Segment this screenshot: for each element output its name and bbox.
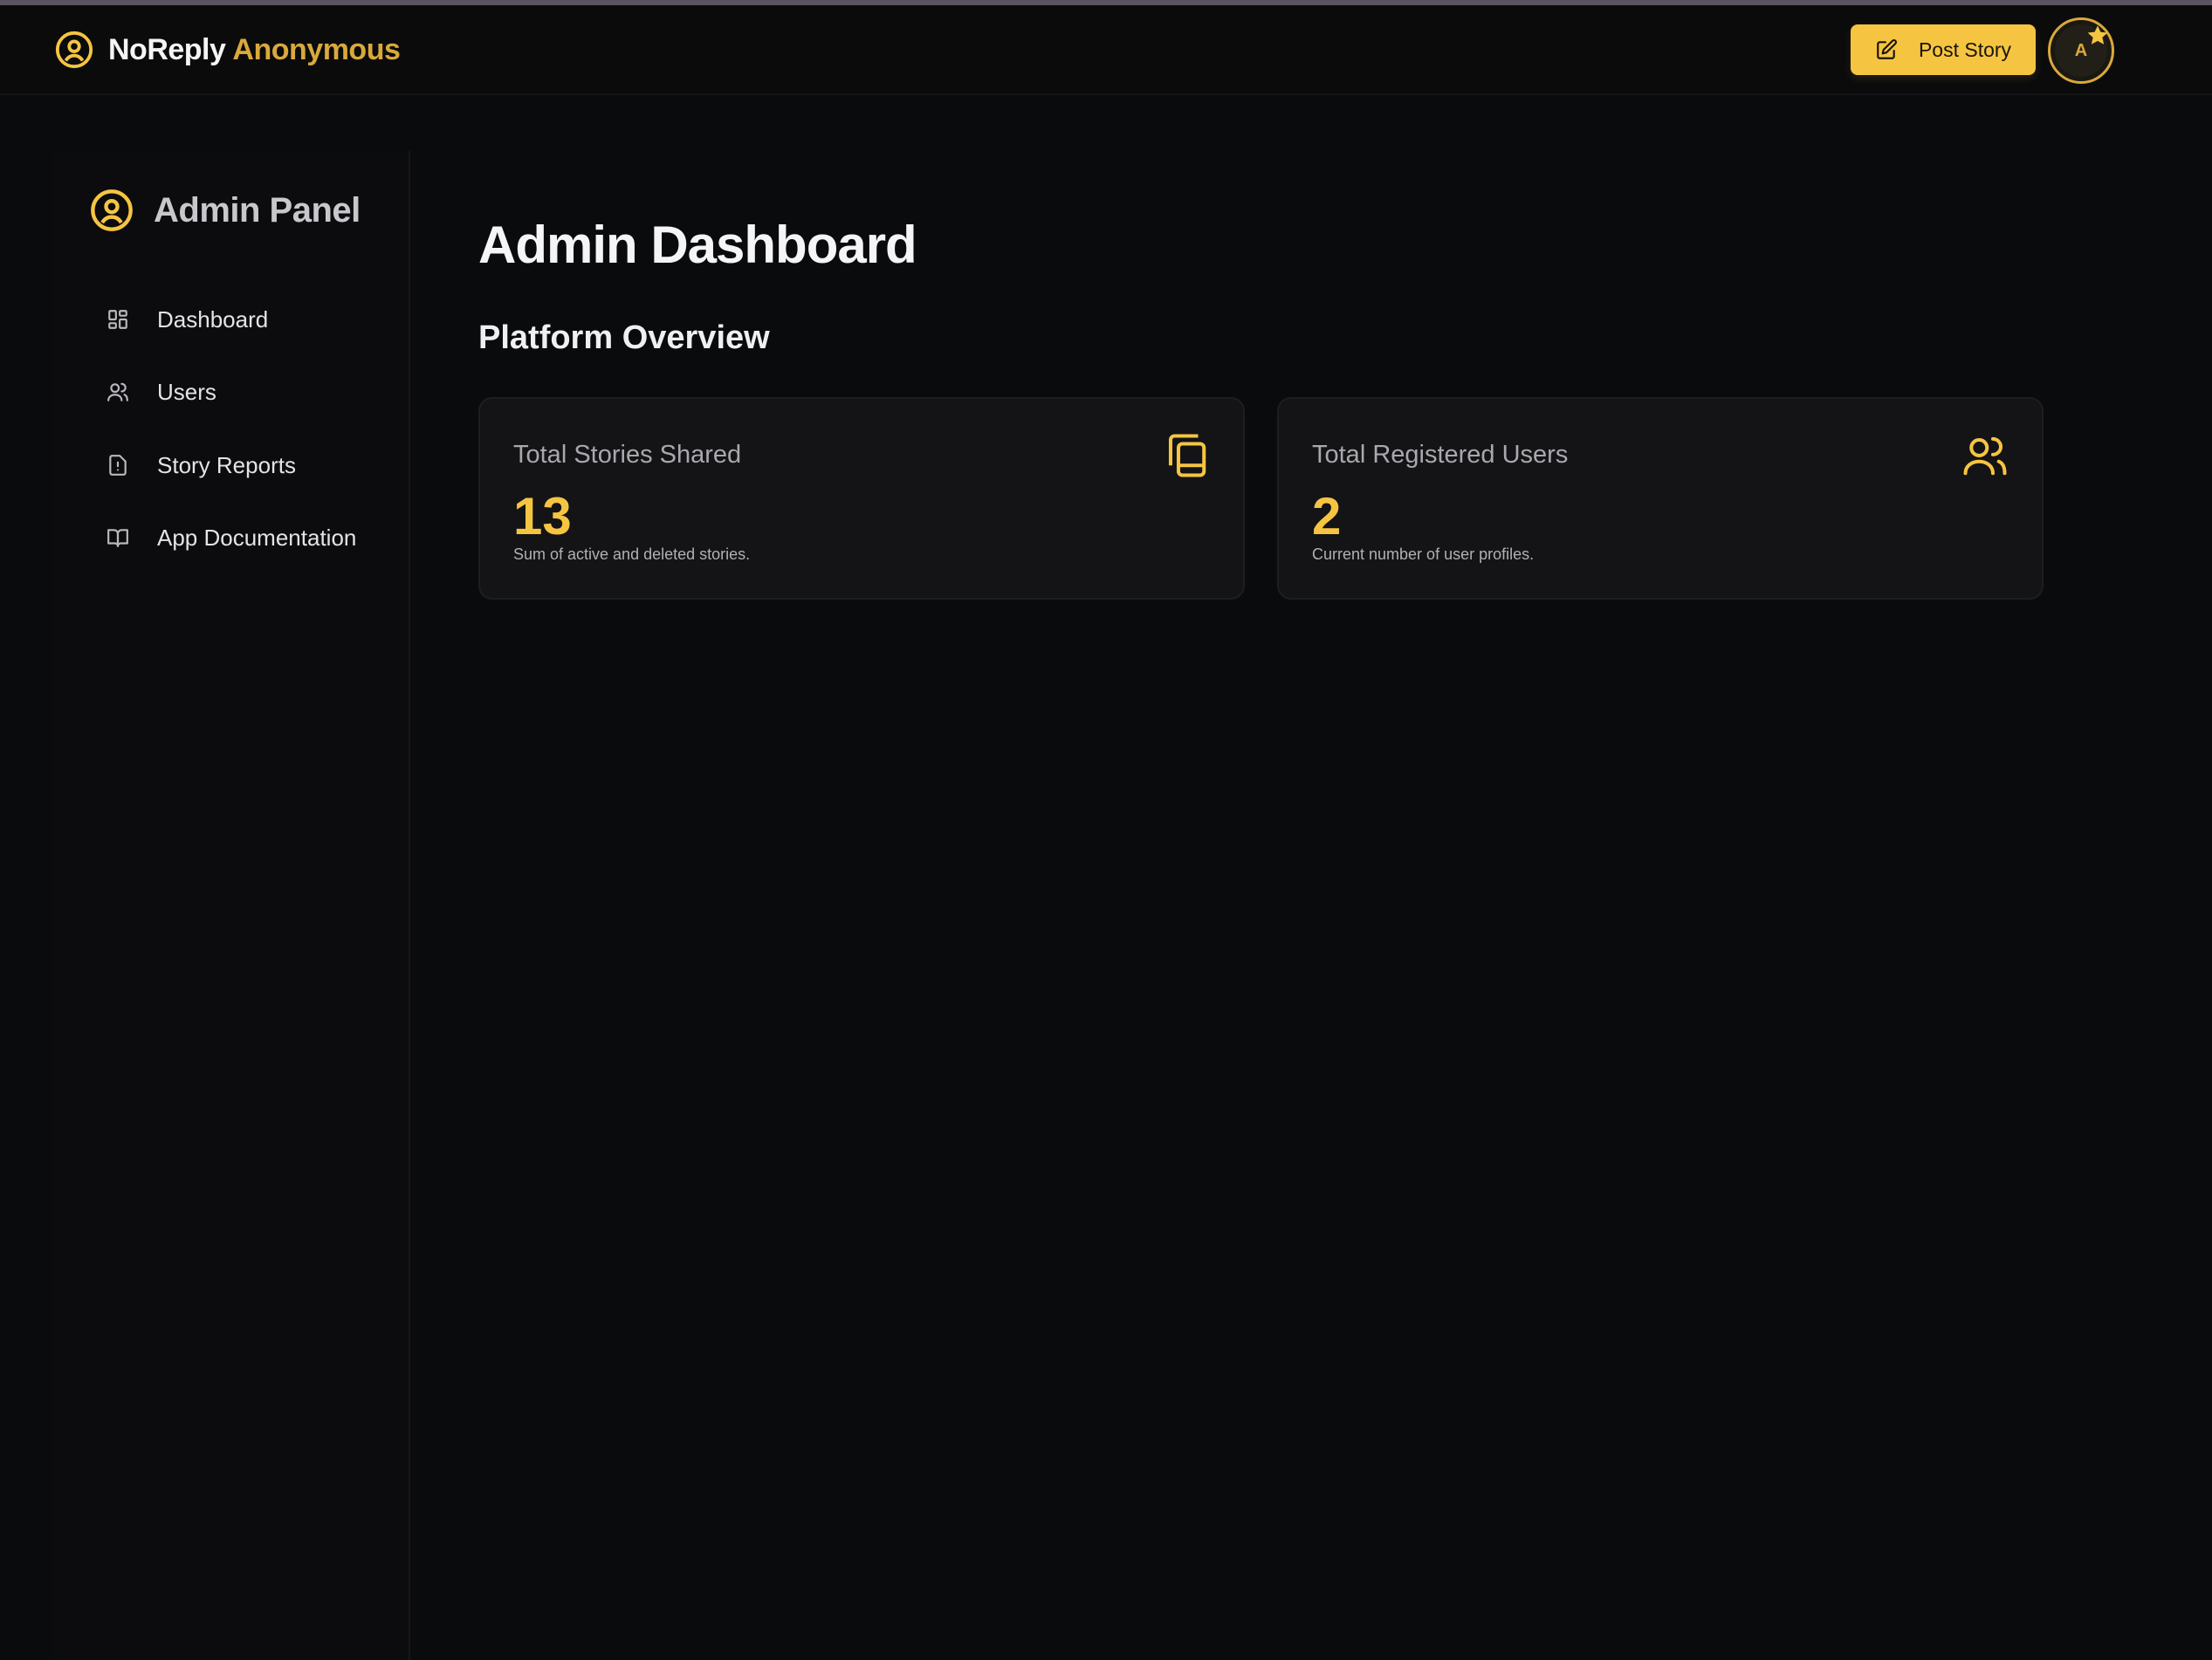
- users-icon: [107, 382, 128, 401]
- sidebar-item-label: Users: [157, 378, 216, 405]
- book-icon: [107, 529, 128, 547]
- stat-card-value: 13: [513, 487, 572, 545]
- page-title: Admin Dashboard: [478, 216, 917, 274]
- post-story-button[interactable]: Post Story: [1851, 24, 2036, 75]
- brand-primary: NoReply: [108, 32, 226, 66]
- brand-name: NoReply Anonymous: [108, 32, 401, 67]
- users-icon: [1963, 436, 2007, 476]
- report-icon: [109, 455, 127, 476]
- grid-icon: [108, 310, 127, 329]
- stat-card-description: Current number of user profiles.: [1312, 545, 1535, 563]
- user-avatar-button[interactable]: A: [2048, 17, 2114, 84]
- stat-card-users: Total Registered Users 2 Current number …: [1277, 397, 2044, 600]
- sidebar-item-dashboard[interactable]: Dashboard: [106, 298, 268, 341]
- stories-icon: [1168, 434, 1206, 477]
- stat-card-stories: Total Stories Shared 13 Sum of active an…: [478, 397, 1245, 600]
- sidebar-item-label: App Documentation: [157, 524, 357, 551]
- stat-card-label: Total Registered Users: [1312, 441, 1569, 469]
- stat-card-value: 2: [1312, 487, 1342, 545]
- brand-secondary: Anonymous: [232, 32, 401, 66]
- stat-card-label: Total Stories Shared: [513, 441, 742, 469]
- stat-card-description: Sum of active and deleted stories.: [513, 545, 751, 563]
- section-title: Platform Overview: [478, 319, 770, 356]
- top-navbar: NoReply Anonymous Post Story A: [0, 5, 2212, 95]
- post-story-label: Post Story: [1918, 38, 2012, 61]
- edit-icon: [1877, 39, 1897, 59]
- sidebar-item-label: Dashboard: [157, 305, 269, 333]
- sidebar-item-users[interactable]: Users: [106, 370, 216, 414]
- sidebar-item-story-reports[interactable]: Story Reports: [106, 443, 296, 487]
- sidebar-item-app-documentation[interactable]: App Documentation: [106, 516, 356, 559]
- user-circle-icon: [91, 189, 133, 231]
- user-circle-icon: [55, 31, 93, 69]
- brand-logo-link[interactable]: NoReply Anonymous: [54, 30, 401, 70]
- star-badge-icon: [2087, 25, 2108, 45]
- sidebar-header: Admin Panel: [89, 188, 361, 233]
- admin-sidebar: Admin Panel Dashboard Users Story Report…: [54, 151, 410, 1660]
- sidebar-item-label: Story Reports: [157, 451, 296, 478]
- sidebar-title: Admin Panel: [154, 190, 361, 230]
